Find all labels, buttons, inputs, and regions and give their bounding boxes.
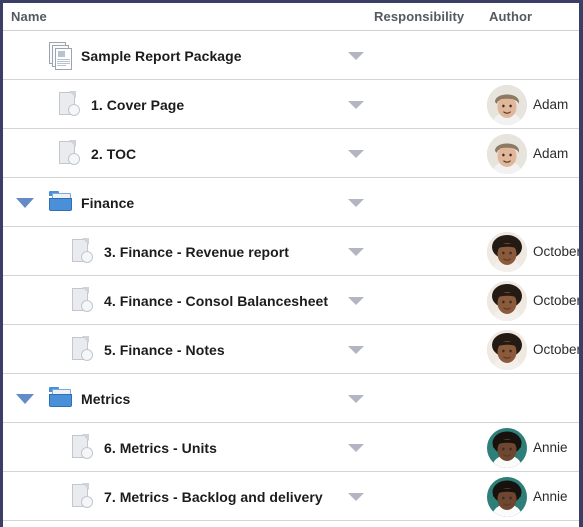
- report-package-icon: [48, 41, 74, 70]
- grid-header: Name Responsibility Author: [3, 3, 579, 31]
- avatar[interactable]: [487, 476, 527, 517]
- table-row[interactable]: 3. Finance - Revenue report October: [3, 227, 579, 276]
- responsibility-dropdown-icon[interactable]: [348, 395, 364, 403]
- row-label: 3. Finance - Revenue report: [104, 243, 289, 260]
- name-cell: 1. Cover Page: [58, 80, 184, 129]
- author-name: October: [533, 342, 582, 357]
- author-name: Adam: [533, 146, 569, 161]
- document-icon: [58, 139, 84, 168]
- author-name: Adam: [533, 97, 569, 112]
- name-cell: 6. Metrics - Units: [71, 423, 217, 472]
- name-cell: Metrics: [48, 374, 130, 423]
- avatar[interactable]: [487, 84, 527, 125]
- document-icon: [71, 482, 97, 511]
- table-row[interactable]: 7. Metrics - Backlog and delivery Annie: [3, 472, 579, 521]
- table-row[interactable]: 2. TOC Adam: [3, 129, 579, 178]
- name-cell: 2. TOC: [58, 129, 136, 178]
- column-header-author[interactable]: Author: [489, 9, 532, 24]
- author-cell: Adam: [487, 129, 568, 178]
- author-name: Annie: [533, 489, 568, 504]
- author-cell: Annie: [487, 423, 568, 472]
- document-icon: [71, 433, 97, 462]
- table-row[interactable]: Metrics: [3, 374, 579, 423]
- author-cell: Annie: [487, 472, 568, 521]
- table-row[interactable]: 1. Cover Page Adam: [3, 80, 579, 129]
- name-cell: 3. Finance - Revenue report: [71, 227, 289, 276]
- name-cell: 7. Metrics - Backlog and delivery: [71, 472, 323, 521]
- author-cell: Adam: [487, 80, 568, 129]
- avatar[interactable]: [487, 133, 527, 174]
- responsibility-dropdown-icon[interactable]: [348, 297, 364, 305]
- responsibility-dropdown-icon[interactable]: [348, 150, 364, 158]
- document-icon: [71, 237, 97, 266]
- avatar[interactable]: [487, 231, 527, 272]
- avatar[interactable]: [487, 280, 527, 321]
- name-cell: Sample Report Package: [48, 31, 242, 80]
- table-row[interactable]: 4. Finance - Consol Balancesheet October: [3, 276, 579, 325]
- grid-body: Sample Report Package 1. Cover Page Adam 2.…: [3, 31, 579, 521]
- table-row[interactable]: 5. Finance - Notes October: [3, 325, 579, 374]
- author-cell: October: [487, 276, 582, 325]
- responsibility-dropdown-icon[interactable]: [348, 248, 364, 256]
- expand-collapse-triangle-icon[interactable]: [16, 198, 34, 208]
- name-cell: 4. Finance - Consol Balancesheet: [71, 276, 328, 325]
- author-name: October: [533, 293, 582, 308]
- row-label: 1. Cover Page: [91, 96, 185, 113]
- responsibility-dropdown-icon[interactable]: [348, 101, 364, 109]
- folder-icon: [48, 385, 74, 413]
- row-label: 4. Finance - Consol Balancesheet: [104, 292, 329, 309]
- document-icon: [71, 335, 97, 364]
- report-package-grid: Name Responsibility Author Sample Report…: [0, 0, 583, 527]
- document-icon: [71, 286, 97, 315]
- author-cell: October: [487, 227, 582, 276]
- column-header-responsibility[interactable]: Responsibility: [374, 9, 464, 24]
- responsibility-dropdown-icon[interactable]: [348, 493, 364, 501]
- row-label: 2. TOC: [91, 145, 137, 162]
- avatar[interactable]: [487, 329, 527, 370]
- row-label: 6. Metrics - Units: [104, 439, 217, 456]
- responsibility-dropdown-icon[interactable]: [348, 444, 364, 452]
- folder-icon: [48, 189, 74, 217]
- name-cell: Finance: [48, 178, 134, 227]
- responsibility-dropdown-icon[interactable]: [348, 346, 364, 354]
- responsibility-dropdown-icon[interactable]: [348, 52, 364, 60]
- row-label: Metrics: [81, 390, 131, 407]
- author-cell: October: [487, 325, 582, 374]
- row-label: Sample Report Package: [81, 47, 242, 64]
- expand-collapse-triangle-icon[interactable]: [16, 394, 34, 404]
- name-cell: 5. Finance - Notes: [71, 325, 225, 374]
- row-label: Finance: [81, 194, 135, 211]
- avatar[interactable]: [487, 427, 527, 468]
- row-label: 7. Metrics - Backlog and delivery: [104, 488, 323, 505]
- table-row[interactable]: 6. Metrics - Units Annie: [3, 423, 579, 472]
- author-name: October: [533, 244, 582, 259]
- author-name: Annie: [533, 440, 568, 455]
- table-row[interactable]: Sample Report Package: [3, 31, 579, 80]
- column-header-name[interactable]: Name: [11, 9, 47, 24]
- table-row[interactable]: Finance: [3, 178, 579, 227]
- row-label: 5. Finance - Notes: [104, 341, 225, 358]
- responsibility-dropdown-icon[interactable]: [348, 199, 364, 207]
- document-icon: [58, 90, 84, 119]
